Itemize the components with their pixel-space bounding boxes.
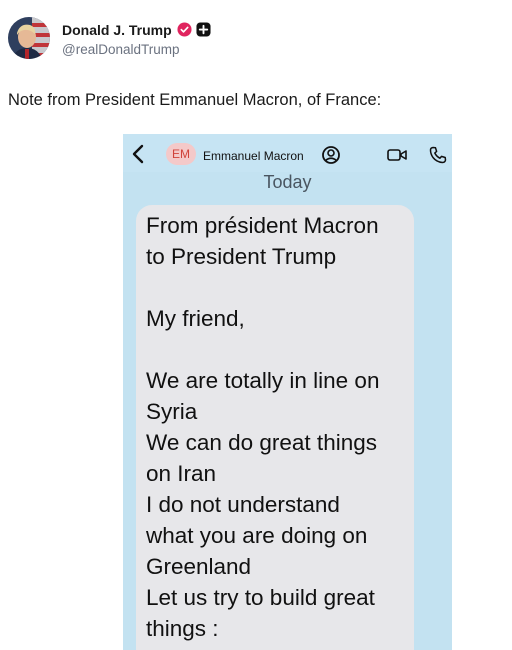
avatar[interactable] [8,17,50,59]
author-name-row: Donald J. Trump [62,20,211,40]
message-line: things : [146,616,219,641]
message-text: From président Macron to President Trump… [146,210,405,644]
contact-person-icon [322,146,340,164]
message-line: Let us try to build great [146,585,375,610]
message-line: My friend, [146,306,245,331]
message-screenshot: EM Emmanuel Macron Today From président … [123,134,452,650]
verified-badge-icon [177,22,192,37]
message-line: From président Macron [146,213,379,238]
message-line: on Iran [146,461,217,486]
post-author: Donald J. Trump @realDonaldTrump [62,20,211,57]
message-line [146,272,405,303]
post-header: Donald J. Trump @realDonaldTrump [8,17,211,59]
day-separator: Today [263,172,312,192]
message-line: Syria [146,399,198,424]
author-name[interactable]: Donald J. Trump [62,22,172,38]
author-handle[interactable]: @realDonaldTrump [62,42,211,57]
contact-initials-badge: EM [166,143,196,165]
message-line: to President Trump [146,244,337,269]
message-line: We can do great things [146,430,377,455]
message-line [146,334,405,365]
contact-name: Emmanuel Macron [203,149,304,163]
message-line: what you are doing on [146,523,368,548]
phone-icon [429,146,447,164]
post-text: Note from President Emmanuel Macron, of … [8,91,382,109]
message-line: We are totally in line on [146,368,380,393]
message-line: I do not understand [146,492,340,517]
chat-header: EM Emmanuel Macron [123,134,452,172]
plus-badge-icon [196,22,211,37]
chevron-left-icon [132,144,144,164]
video-camera-icon [387,149,407,161]
message-bubble: From président Macron to President Trump… [136,205,414,650]
message-line: Greenland [146,554,252,579]
